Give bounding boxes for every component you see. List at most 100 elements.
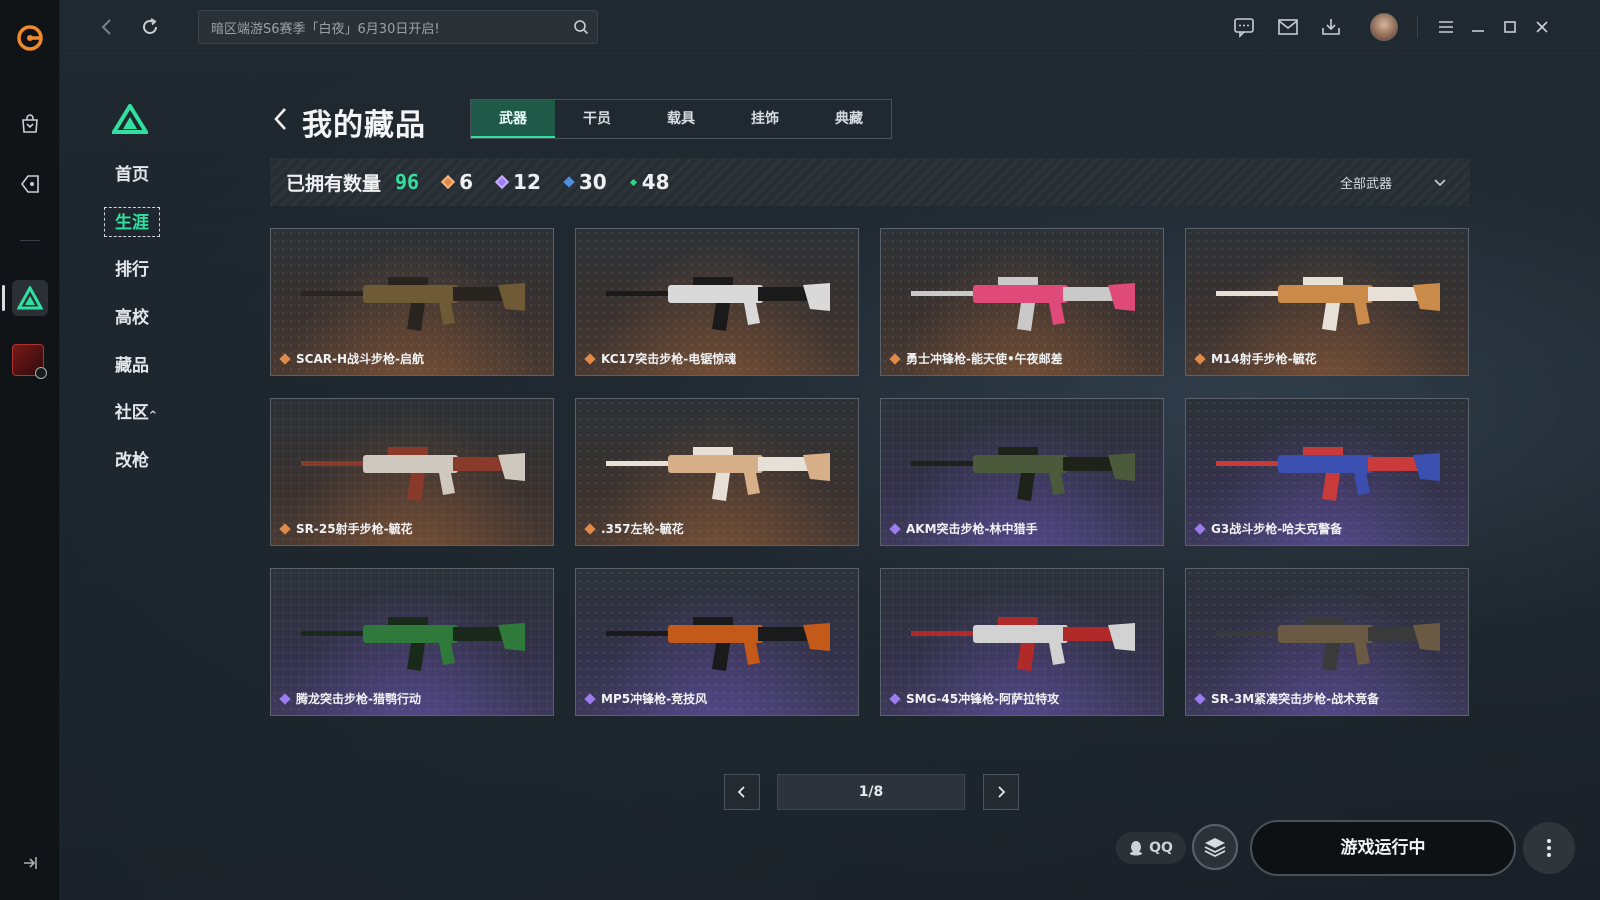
tab-operators[interactable]: 干员 — [555, 100, 639, 138]
item-name: M14射手步枪-毓花 — [1211, 352, 1317, 366]
nav-back-icon[interactable] — [96, 16, 118, 38]
rarity-diamond-icon — [889, 352, 901, 365]
game-thumbnail-icon[interactable] — [12, 344, 47, 379]
menu-icon[interactable] — [1434, 15, 1458, 39]
store-bag-icon[interactable] — [12, 106, 48, 142]
sidebar-item-gunsmith[interactable]: 改枪 — [104, 446, 160, 476]
maximize-icon[interactable] — [1498, 15, 1522, 39]
purple-count: 12 — [494, 170, 541, 194]
collection-item-card[interactable]: MP5冲锋枪-竞技风 — [575, 568, 859, 716]
game-delta-icon[interactable] — [12, 280, 48, 316]
weapon-image — [606, 447, 830, 501]
item-name: KC17突击步枪-电锯惊魂 — [601, 352, 737, 366]
sidebar-item-ranking[interactable]: 排行 — [104, 255, 160, 285]
page-back-icon[interactable] — [270, 104, 292, 134]
collection-item-card[interactable]: KC17突击步枪-电锯惊魂 — [575, 228, 859, 376]
chevron-left-icon — [737, 786, 745, 798]
collection-item-card[interactable]: SR-3M紧凑突击步枪-战术竞备 — [1185, 568, 1469, 716]
sidebar-item-career[interactable]: 生涯 — [104, 207, 160, 237]
rarity-diamond-icon — [889, 522, 901, 535]
collection-item-card[interactable]: 腾龙突击步枪-猎鹗行动 — [270, 568, 554, 716]
close-icon[interactable] — [1530, 15, 1554, 39]
weapon-image — [1216, 447, 1440, 501]
item-name: AKM突击步枪-林中猎手 — [906, 522, 1038, 536]
refresh-icon[interactable] — [138, 15, 162, 39]
rarity-diamond-icon — [889, 692, 901, 705]
item-label: M14射手步枪-毓花 — [1194, 350, 1317, 367]
collection-item-card[interactable]: G3战斗步枪-哈夫克警备 — [1185, 398, 1469, 546]
download-icon[interactable] — [1319, 15, 1343, 39]
mail-icon[interactable] — [1276, 15, 1300, 39]
delta-logo-icon — [112, 104, 148, 134]
accelerator-button[interactable] — [1192, 824, 1238, 870]
weapon-image — [1216, 617, 1440, 671]
qq-button[interactable]: QQ — [1116, 832, 1186, 864]
item-label: MP5冲锋枪-竞技风 — [584, 690, 707, 707]
weapon-image — [606, 277, 830, 331]
item-name: G3战斗步枪-哈夫克警备 — [1211, 522, 1343, 536]
weapon-filter-dropdown[interactable]: 全部武器 — [1340, 158, 1448, 206]
item-name: SR-3M紧凑突击步枪-战术竞备 — [1211, 692, 1380, 706]
weapon-image — [301, 447, 525, 501]
owned-total: 96 — [395, 170, 420, 194]
search-bar[interactable]: 暗区端游S6赛季「白夜」6月30日开启! — [198, 10, 598, 44]
collection-item-card[interactable]: .357左轮-毓花 — [575, 398, 859, 546]
green-count: 48 — [629, 170, 670, 194]
collection-item-card[interactable]: M14射手步枪-毓花 — [1185, 228, 1469, 376]
weapon-image — [1216, 277, 1440, 331]
rarity-diamond-icon — [279, 692, 291, 705]
chat-icon[interactable] — [1232, 15, 1256, 39]
tab-classics[interactable]: 典藏 — [807, 100, 891, 138]
page-title: 我的藏品 — [302, 108, 426, 143]
gold-count: 6 — [441, 170, 474, 194]
top-bar: 暗区端游S6赛季「白夜」6月30日开启! — [60, 0, 1600, 54]
sidebar-item-college[interactable]: 高校 — [104, 303, 160, 333]
rarity-diamond-icon — [584, 352, 596, 365]
rail-active-indicator — [2, 285, 5, 311]
collapse-sidebar-icon[interactable] — [20, 853, 40, 873]
collection-item-card[interactable]: AKM突击步枪-林中猎手 — [880, 398, 1164, 546]
sidebar-item-collection[interactable]: 藏品 — [104, 351, 160, 381]
collection-item-card[interactable]: SCAR-H战斗步枪-启航 — [270, 228, 554, 376]
rail-divider — [20, 240, 40, 241]
purple-count-value: 12 — [513, 170, 541, 194]
minimize-icon[interactable] — [1466, 15, 1490, 39]
sidebar-item-community[interactable]: 社区^ — [104, 398, 168, 428]
status-icon — [35, 367, 47, 379]
rarity-diamond-icon — [279, 522, 291, 535]
owned-label: 已拥有数量 — [286, 172, 382, 195]
chevron-up-icon: ^ — [148, 410, 158, 421]
prev-page-button[interactable] — [724, 774, 760, 810]
avatar[interactable] — [1370, 13, 1398, 41]
rarity-diamond-icon — [1194, 522, 1206, 535]
collection-item-card[interactable]: SR-25射手步枪-毓花 — [270, 398, 554, 546]
chevron-down-icon — [1434, 179, 1446, 187]
app-logo-icon[interactable] — [16, 24, 44, 52]
search-text[interactable]: 暗区端游S6赛季「白夜」6月30日开启! — [199, 18, 565, 37]
tag-icon[interactable] — [12, 166, 48, 202]
sidebar-item-home[interactable]: 首页 — [104, 160, 160, 190]
next-page-button[interactable] — [983, 774, 1019, 810]
collection-item-card[interactable]: 勇士冲锋枪-能天使•午夜邮差 — [880, 228, 1164, 376]
tab-charms[interactable]: 挂饰 — [723, 100, 807, 138]
item-name: SCAR-H战斗步枪-启航 — [296, 352, 424, 366]
rarity-diamond-icon — [584, 692, 596, 705]
tab-vehicles[interactable]: 载具 — [639, 100, 723, 138]
item-label: KC17突击步枪-电锯惊魂 — [584, 350, 737, 367]
more-options-button[interactable] — [1523, 822, 1575, 874]
app-rail — [0, 0, 60, 900]
weapon-image — [606, 617, 830, 671]
rarity-diamond-icon — [279, 352, 291, 365]
blue-count: 30 — [563, 170, 607, 194]
item-label: SR-3M紧凑突击步枪-战术竞备 — [1194, 690, 1380, 707]
item-label: 勇士冲锋枪-能天使•午夜邮差 — [889, 350, 1063, 367]
launch-game-button[interactable]: 游戏运行中 — [1250, 820, 1516, 876]
weapon-image — [301, 617, 525, 671]
search-icon[interactable] — [565, 11, 597, 43]
tab-weapons[interactable]: 武器 — [471, 100, 555, 138]
item-name: .357左轮-毓花 — [601, 522, 684, 536]
collection-item-card[interactable]: SMG-45冲锋枪-阿萨拉特攻 — [880, 568, 1164, 716]
green-diamond-icon — [629, 178, 637, 186]
gold-count-value: 6 — [459, 170, 474, 194]
qq-label: QQ — [1149, 840, 1173, 856]
